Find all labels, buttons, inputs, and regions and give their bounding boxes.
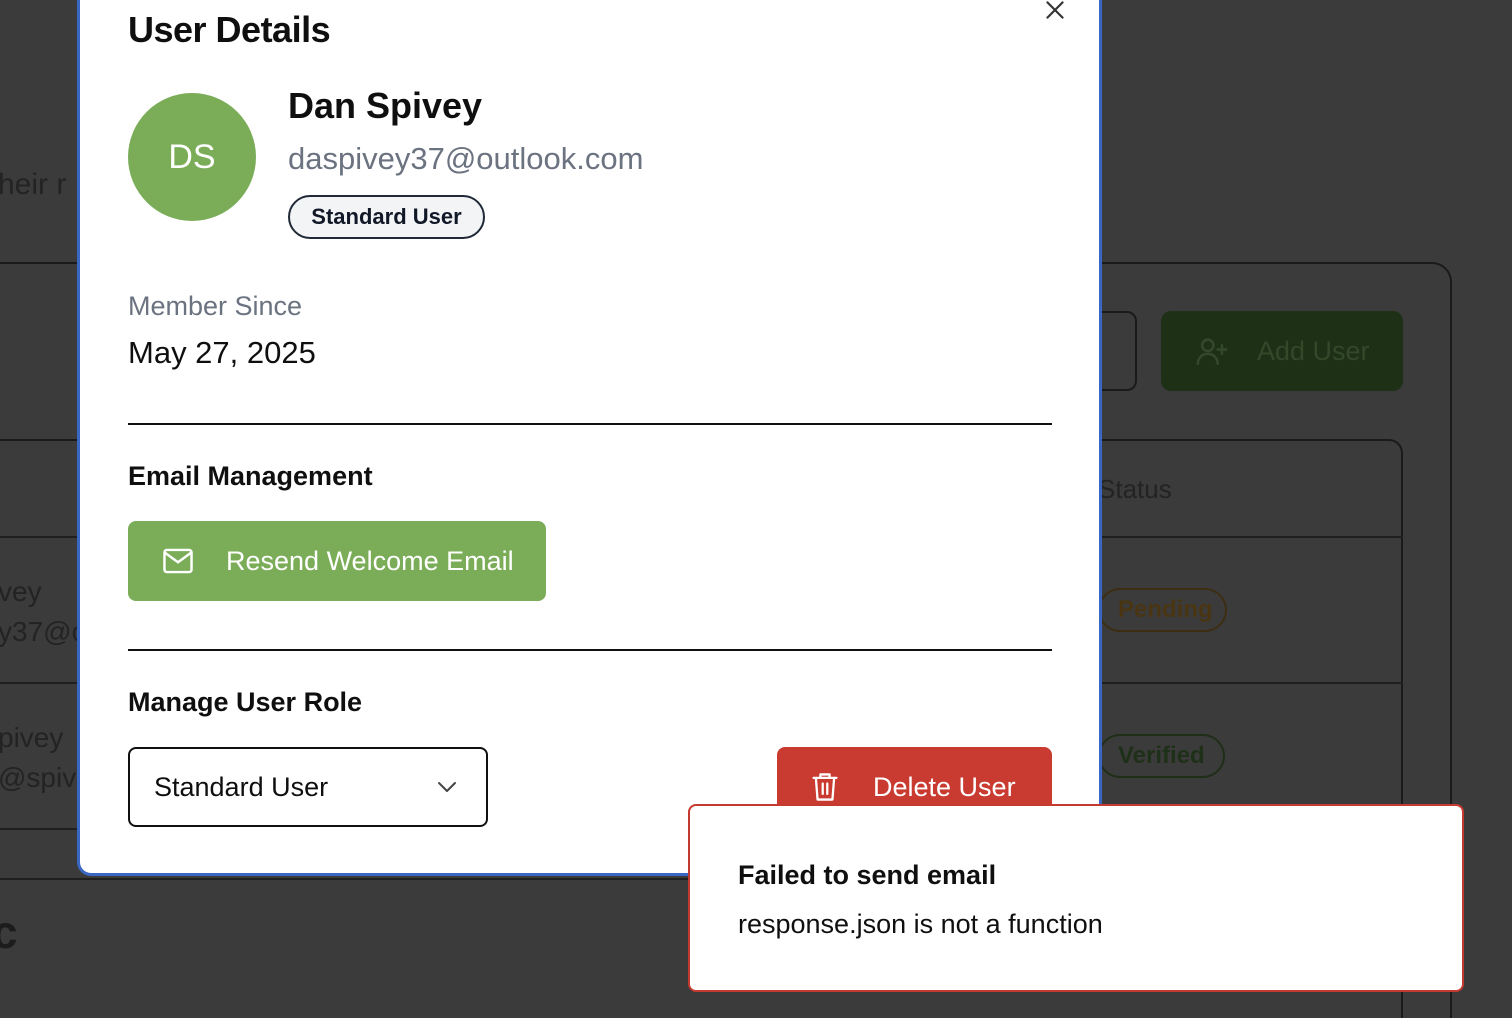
resend-button-label: Resend Welcome Email	[226, 545, 514, 576]
row-email: y37@o	[0, 616, 88, 647]
avatar: DS	[128, 93, 256, 221]
user-details-modal: User Details DS Dan Spivey daspivey37@ou…	[77, 0, 1102, 876]
toast-message: response.json is not a function	[738, 909, 1103, 939]
user-email: daspivey37@outlook.com	[288, 141, 644, 176]
add-user-label: Add User	[1257, 335, 1370, 366]
chevron-down-icon	[438, 782, 456, 792]
email-management-title: Email Management	[128, 461, 373, 491]
row-name: pivey	[0, 722, 64, 753]
row-name: vey	[0, 576, 42, 607]
user-name: Dan Spivey	[288, 85, 483, 126]
add-user-button[interactable]: Add User	[1161, 311, 1403, 391]
user-plus-icon	[1196, 338, 1228, 366]
member-since-label: Member Since	[128, 291, 303, 321]
section-divider	[128, 649, 1052, 651]
delete-button-label: Delete User	[873, 771, 1016, 802]
modal-title: User Details	[128, 9, 331, 50]
toast-title: Failed to send email	[738, 860, 997, 890]
role-select-value: Standard User	[154, 771, 329, 802]
status-badge-verified: Verified	[1098, 734, 1225, 778]
trash-icon	[812, 773, 838, 801]
mail-icon	[163, 548, 193, 574]
role-badge: Standard User	[288, 195, 485, 239]
status-column-header: Status	[1098, 474, 1172, 504]
close-icon	[1046, 1, 1064, 19]
member-since-value: May 27, 2025	[128, 335, 316, 370]
role-select[interactable]: Standard User	[128, 747, 488, 827]
resend-welcome-email-button[interactable]: Resend Welcome Email	[128, 521, 546, 601]
footer-logo: c	[0, 906, 18, 958]
page-subtitle: heir r	[0, 168, 67, 201]
error-toast[interactable]: Failed to send email response.json is no…	[688, 804, 1464, 992]
manage-user-role-title: Manage User Role	[128, 687, 363, 717]
close-button[interactable]	[1042, 0, 1068, 23]
section-divider	[128, 423, 1052, 425]
status-badge-pending: Pending	[1098, 588, 1227, 632]
